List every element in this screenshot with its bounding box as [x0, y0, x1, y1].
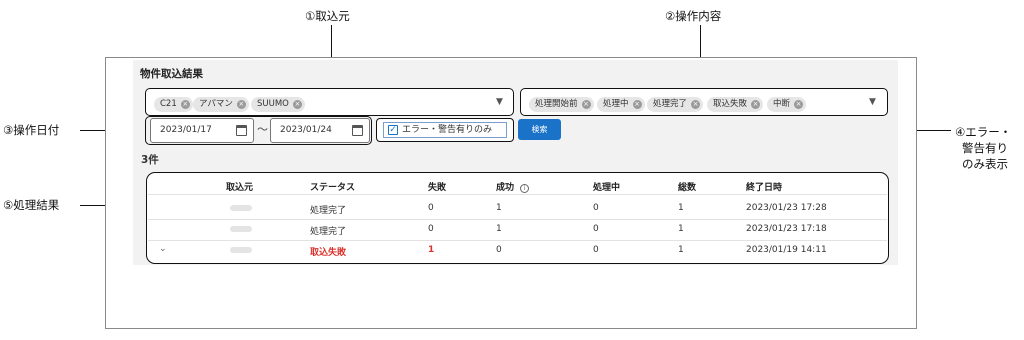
- success-cell: 1: [496, 203, 502, 213]
- header-processing: 処理中: [593, 183, 621, 193]
- end-time-cell: 2023/01/23 17:28: [746, 203, 827, 213]
- status-cell: 処理完了: [310, 206, 347, 216]
- source-redacted: [230, 203, 252, 213]
- fail-cell: 0: [428, 224, 434, 234]
- annotation-error-only-3: のみ表示: [962, 157, 1008, 171]
- clear-chip-icon[interactable]: ×: [751, 100, 761, 109]
- date-separator: 〜: [257, 123, 268, 136]
- table-row[interactable]: ⌄ 取込失敗 1 0 0 1 2023/01/19 14:11: [148, 241, 887, 262]
- info-icon[interactable]: i: [520, 184, 530, 193]
- status-cell: 処理完了: [310, 227, 347, 237]
- clear-chip-icon[interactable]: ×: [632, 100, 642, 109]
- chevron-down-icon[interactable]: ▼: [869, 97, 876, 107]
- calendar-icon[interactable]: [352, 125, 363, 136]
- table-row[interactable]: 処理完了 0 1 0 1 2023/01/23 17:28: [148, 199, 887, 220]
- calendar-icon[interactable]: [236, 125, 247, 136]
- date-to-value: 2023/01/24: [280, 125, 332, 135]
- total-cell: 1: [678, 224, 684, 234]
- fail-cell: 1: [428, 245, 435, 255]
- chip-label: C21: [160, 99, 177, 109]
- header-total: 総数: [678, 183, 697, 193]
- clear-chip-icon[interactable]: ×: [794, 100, 804, 109]
- success-cell: 0: [496, 245, 502, 255]
- chip-label: 取込失敗: [713, 99, 748, 109]
- operation-chip[interactable]: 処理開始前 ×: [529, 97, 594, 112]
- total-cell: 1: [678, 245, 684, 255]
- header-success-label: 成功: [496, 183, 515, 193]
- chip-label: アパマン: [199, 99, 233, 109]
- success-cell: 1: [496, 224, 502, 234]
- processing-cell: 0: [593, 203, 599, 213]
- result-table: 取込元 ステータス 失敗 成功 i 処理中 総数 終了日時 処理完了 0 1 0 …: [146, 172, 889, 264]
- end-time-cell: 2023/01/19 14:11: [746, 245, 827, 255]
- search-button[interactable]: 検索: [518, 119, 561, 140]
- header-source: 取込元: [226, 183, 254, 193]
- status-cell: 取込失敗: [310, 248, 347, 258]
- chip-label: SUUMO: [257, 99, 289, 109]
- check-icon[interactable]: ✓: [388, 125, 398, 135]
- chip-label: 処理開始前: [535, 99, 578, 109]
- total-cell: 1: [678, 203, 684, 213]
- chevron-down-icon[interactable]: ▼: [496, 97, 503, 107]
- end-time-cell: 2023/01/23 17:18: [746, 224, 827, 234]
- header-success: 成功 i: [496, 180, 530, 193]
- operation-chip[interactable]: 処理完了 ×: [647, 97, 704, 112]
- table-header-row: 取込元 ステータス 失敗 成功 i 処理中 総数 終了日時: [148, 174, 887, 195]
- chip-label: 中断: [773, 99, 791, 109]
- processing-cell: 0: [593, 245, 599, 255]
- clear-chip-icon[interactable]: ×: [691, 100, 701, 109]
- annotation-result: ⑤処理結果: [3, 198, 60, 212]
- clear-chip-icon[interactable]: ×: [236, 100, 246, 109]
- error-only-label: エラー・警告有りのみ: [402, 125, 493, 135]
- clear-chip-icon[interactable]: ×: [292, 100, 302, 109]
- header-end-time: 終了日時: [746, 183, 783, 193]
- fail-cell: 0: [428, 203, 434, 213]
- date-from-value: 2023/01/17: [160, 125, 212, 135]
- error-only-filter: ✓ エラー・警告有りのみ: [376, 118, 514, 142]
- annotation-date: ③操作日付: [3, 123, 60, 137]
- date-from-input[interactable]: 2023/01/17: [150, 118, 254, 143]
- operation-chip[interactable]: 中断 ×: [767, 97, 807, 112]
- operation-select[interactable]: 処理開始前 × 処理中 × 処理完了 × 取込失敗 × 中断 × ▼: [520, 88, 888, 116]
- annotation-error-only-2: 警告有り: [962, 141, 1008, 155]
- date-to-input[interactable]: 2023/01/24: [270, 118, 370, 143]
- chip-label: 処理完了: [653, 99, 688, 109]
- source-select[interactable]: C21 × アパマン × SUUMO × ▼: [145, 88, 514, 116]
- clear-chip-icon[interactable]: ×: [180, 100, 190, 109]
- page-title: 物件取込結果: [140, 68, 203, 80]
- source-chip[interactable]: SUUMO ×: [251, 97, 305, 112]
- source-redacted: [230, 245, 252, 255]
- annotation-operation: ②操作内容: [665, 9, 722, 23]
- table-row[interactable]: 処理完了 0 1 0 1 2023/01/23 17:18: [148, 220, 887, 241]
- operation-chip[interactable]: 処理中 ×: [597, 97, 645, 112]
- source-chip[interactable]: アパマン ×: [193, 97, 249, 112]
- header-status: ステータス: [310, 183, 356, 193]
- annotation-source: ①取込元: [305, 9, 350, 23]
- source-redacted: [230, 224, 252, 234]
- chip-label: 処理中: [603, 99, 629, 109]
- expand-row-icon[interactable]: ⌄: [159, 244, 167, 254]
- source-chip[interactable]: C21 ×: [154, 97, 193, 112]
- annotation-error-only-1: ④エラー・: [955, 125, 1012, 139]
- error-only-toggle[interactable]: ✓ エラー・警告有りのみ: [383, 122, 507, 138]
- clear-chip-icon[interactable]: ×: [581, 100, 591, 109]
- header-fail: 失敗: [428, 183, 447, 193]
- result-count: 3件: [141, 154, 159, 166]
- operation-chip[interactable]: 取込失敗 ×: [707, 97, 764, 112]
- processing-cell: 0: [593, 224, 599, 234]
